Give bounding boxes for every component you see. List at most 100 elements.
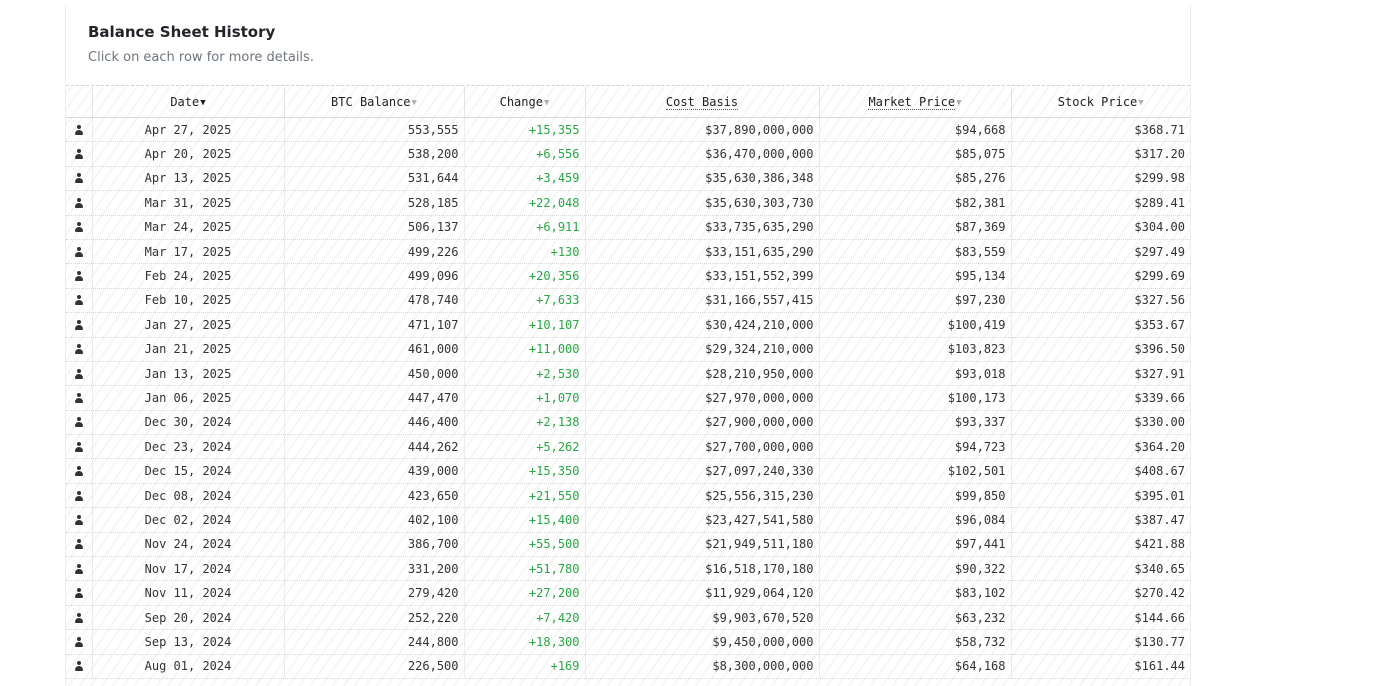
cell-date: Jan 06, 2025	[92, 385, 285, 411]
row-icon-cell	[66, 263, 93, 289]
person-icon	[74, 222, 84, 233]
person-icon	[74, 539, 84, 550]
table-row[interactable]: Dec 15, 2024 439,000 +15,350 $27,097,240…	[66, 458, 1190, 484]
cell-date: Jan 13, 2025	[92, 361, 285, 387]
cell-market-price: $97,230	[819, 288, 1012, 314]
cell-date: Apr 20, 2025	[92, 141, 285, 167]
cell-stock-price: $130.77	[1011, 629, 1190, 655]
table-row[interactable]: Jan 13, 2025 450,000 +2,530 $28,210,950,…	[66, 361, 1190, 387]
table-row[interactable]: Jan 27, 2025 471,107 +10,107 $30,424,210…	[66, 312, 1190, 338]
header-stock-price-label: Stock Price	[1057, 95, 1138, 109]
header-change-label: Change	[499, 95, 543, 109]
cell-stock-price: $299.98	[1011, 166, 1190, 192]
cell-cost-basis: $9,903,670,520	[585, 605, 820, 631]
cell-stock-price: $364.20	[1011, 434, 1190, 460]
row-icon-cell	[66, 337, 93, 362]
table-row[interactable]: Aug 01, 2024 226,500 +169 $8,300,000,000…	[66, 654, 1190, 679]
row-icon-cell	[66, 312, 93, 338]
cell-cost-basis: $30,424,210,000	[585, 312, 820, 338]
header-market-price[interactable]: Market Price▼	[819, 87, 1012, 118]
table-row[interactable]: Sep 13, 2024 244,800 +18,300 $9,450,000,…	[66, 629, 1190, 655]
row-icon-cell	[66, 166, 93, 192]
cell-date: Sep 20, 2024	[92, 605, 285, 631]
cell-stock-price: $421.88	[1011, 532, 1190, 558]
caret-down-icon: ▼	[543, 98, 550, 108]
cell-btc-balance: 444,262	[284, 434, 465, 460]
cell-change: +7,420	[464, 605, 586, 631]
row-icon-cell	[66, 141, 93, 167]
cell-btc-balance: 553,555	[284, 117, 465, 143]
person-icon	[74, 490, 84, 502]
cell-change: +20,356	[464, 263, 586, 289]
balance-sheet-table: Date▼ BTC Balance▼ Change▼ Cost Basis Ma…	[66, 87, 1190, 679]
cell-btc-balance: 447,470	[284, 385, 465, 411]
header-cost-basis[interactable]: Cost Basis	[585, 87, 820, 118]
header-btc-balance[interactable]: BTC Balance▼	[284, 87, 465, 118]
table-row[interactable]: Nov 11, 2024 279,420 +27,200 $11,929,064…	[66, 580, 1190, 606]
card-header: Balance Sheet History Click on each row …	[66, 6, 1190, 86]
cell-change: +51,780	[464, 556, 586, 582]
table-row[interactable]: Apr 20, 2025 538,200 +6,556 $36,470,000,…	[66, 141, 1190, 167]
card-subtitle: Click on each row for more details.	[88, 50, 314, 65]
cell-market-price: $97,441	[819, 532, 1012, 558]
table-row[interactable]: Nov 24, 2024 386,700 +55,500 $21,949,511…	[66, 532, 1190, 558]
cell-change: +55,500	[464, 532, 586, 558]
table-row[interactable]: Nov 17, 2024 331,200 +51,780 $16,518,170…	[66, 556, 1190, 582]
cell-change: +15,355	[464, 117, 586, 143]
cell-stock-price: $317.20	[1011, 141, 1190, 167]
caret-down-icon: ▼	[1138, 98, 1144, 108]
row-icon-cell	[66, 190, 93, 216]
table-row[interactable]: Feb 24, 2025 499,096 +20,356 $33,151,552…	[66, 263, 1190, 289]
row-icon-cell	[66, 385, 93, 411]
person-icon	[74, 417, 84, 428]
table-row[interactable]: Dec 23, 2024 444,262 +5,262 $27,700,000,…	[66, 434, 1190, 460]
row-icon-cell	[66, 458, 93, 484]
table-row[interactable]: Jan 21, 2025 461,000 +11,000 $29,324,210…	[66, 337, 1190, 362]
table-row[interactable]: Sep 20, 2024 252,220 +7,420 $9,903,670,5…	[66, 605, 1190, 631]
cell-change: +10,107	[464, 312, 586, 338]
cell-change: +22,048	[464, 190, 586, 216]
table-row[interactable]: Dec 30, 2024 446,400 +2,138 $27,900,000,…	[66, 410, 1190, 436]
table-body: Apr 27, 2025 553,555 +15,355 $37,890,000…	[66, 117, 1190, 679]
cell-change: +6,911	[464, 215, 586, 240]
cell-date: Nov 17, 2024	[92, 556, 285, 582]
cell-date: Nov 11, 2024	[92, 580, 285, 606]
cell-date: Dec 02, 2024	[92, 507, 285, 533]
cell-change: +130	[464, 239, 586, 265]
cell-market-price: $85,075	[819, 141, 1012, 167]
cell-market-price: $100,173	[819, 385, 1012, 411]
person-icon	[74, 295, 84, 306]
cell-stock-price: $408.67	[1011, 458, 1190, 484]
cell-cost-basis: $29,324,210,000	[585, 337, 820, 362]
cell-market-price: $103,823	[819, 337, 1012, 362]
table-row[interactable]: Dec 02, 2024 402,100 +15,400 $23,427,541…	[66, 507, 1190, 533]
cell-cost-basis: $35,630,303,730	[585, 190, 820, 216]
cell-stock-price: $327.91	[1011, 361, 1190, 387]
row-icon-cell	[66, 434, 93, 460]
cell-change: +1,070	[464, 385, 586, 411]
cell-stock-price: $387.47	[1011, 507, 1190, 533]
table-row[interactable]: Apr 13, 2025 531,644 +3,459 $35,630,386,…	[66, 166, 1190, 192]
table-row[interactable]: Dec 08, 2024 423,650 +21,550 $25,556,315…	[66, 483, 1190, 509]
table-row[interactable]: Feb 10, 2025 478,740 +7,633 $31,166,557,…	[66, 288, 1190, 314]
header-stock-price[interactable]: Stock Price▼	[1011, 87, 1190, 118]
row-icon-cell	[66, 605, 93, 631]
header-date[interactable]: Date▼	[92, 87, 285, 118]
table-row[interactable]: Mar 31, 2025 528,185 +22,048 $35,630,303…	[66, 190, 1190, 216]
cell-stock-price: $299.69	[1011, 263, 1190, 289]
table-row[interactable]: Mar 17, 2025 499,226 +130 $33,151,635,29…	[66, 239, 1190, 265]
cell-market-price: $64,168	[819, 654, 1012, 679]
table-row[interactable]: Apr 27, 2025 553,555 +15,355 $37,890,000…	[66, 117, 1190, 143]
cell-btc-balance: 331,200	[284, 556, 465, 582]
cell-btc-balance: 528,185	[284, 190, 465, 216]
table-row[interactable]: Mar 24, 2025 506,137 +6,911 $33,735,635,…	[66, 215, 1190, 240]
cell-market-price: $95,134	[819, 263, 1012, 289]
cell-stock-price: $304.00	[1011, 215, 1190, 240]
cell-cost-basis: $9,450,000,000	[585, 629, 820, 655]
row-icon-cell	[66, 654, 93, 679]
person-icon	[74, 319, 84, 331]
cell-date: Mar 24, 2025	[92, 215, 285, 240]
table-row[interactable]: Jan 06, 2025 447,470 +1,070 $27,970,000,…	[66, 385, 1190, 411]
person-icon	[74, 246, 84, 258]
header-change[interactable]: Change▼	[464, 87, 586, 118]
